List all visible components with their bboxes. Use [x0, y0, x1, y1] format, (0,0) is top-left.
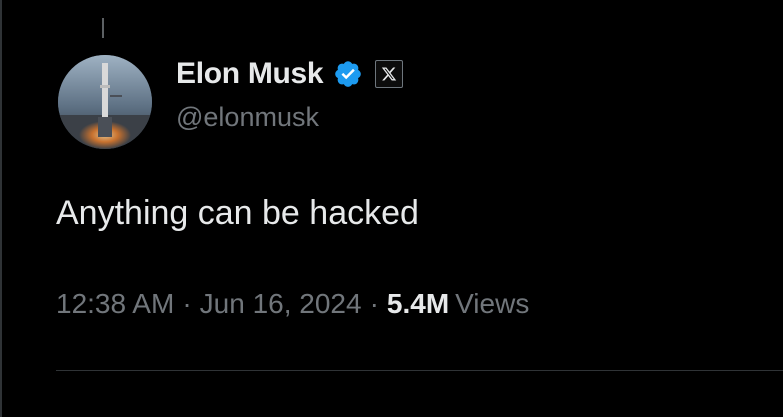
avatar-image [58, 55, 152, 149]
tweet-date[interactable]: Jun 16, 2024 [200, 288, 362, 320]
tweet-detail: Elon Musk @elonmusk Anything can be hack… [0, 0, 783, 417]
author-name-row: Elon Musk [176, 56, 404, 92]
avatar[interactable] [58, 55, 152, 149]
x-logo-icon [382, 67, 397, 81]
affiliate-badge[interactable] [375, 60, 404, 88]
author-handle[interactable]: @elonmusk [176, 102, 403, 133]
meta-separator: · [182, 288, 192, 319]
views-label[interactable]: Views [455, 288, 529, 320]
meta-separator: · [369, 288, 379, 319]
divider [56, 370, 783, 371]
thread-connector-line [102, 18, 104, 38]
timeline-border [0, 0, 2, 417]
author-display-name[interactable]: Elon Musk [176, 57, 324, 91]
verified-badge-icon[interactable] [333, 59, 363, 89]
tweet-metadata: 12:38 AM · Jun 16, 2024 · 5.4M Views [56, 288, 529, 320]
tweet-text: Anything can be hacked [56, 194, 419, 232]
author-block: Elon Musk @elonmusk [176, 56, 404, 133]
views-count[interactable]: 5.4M [387, 288, 449, 320]
tweet-time[interactable]: 12:38 AM [56, 288, 174, 320]
